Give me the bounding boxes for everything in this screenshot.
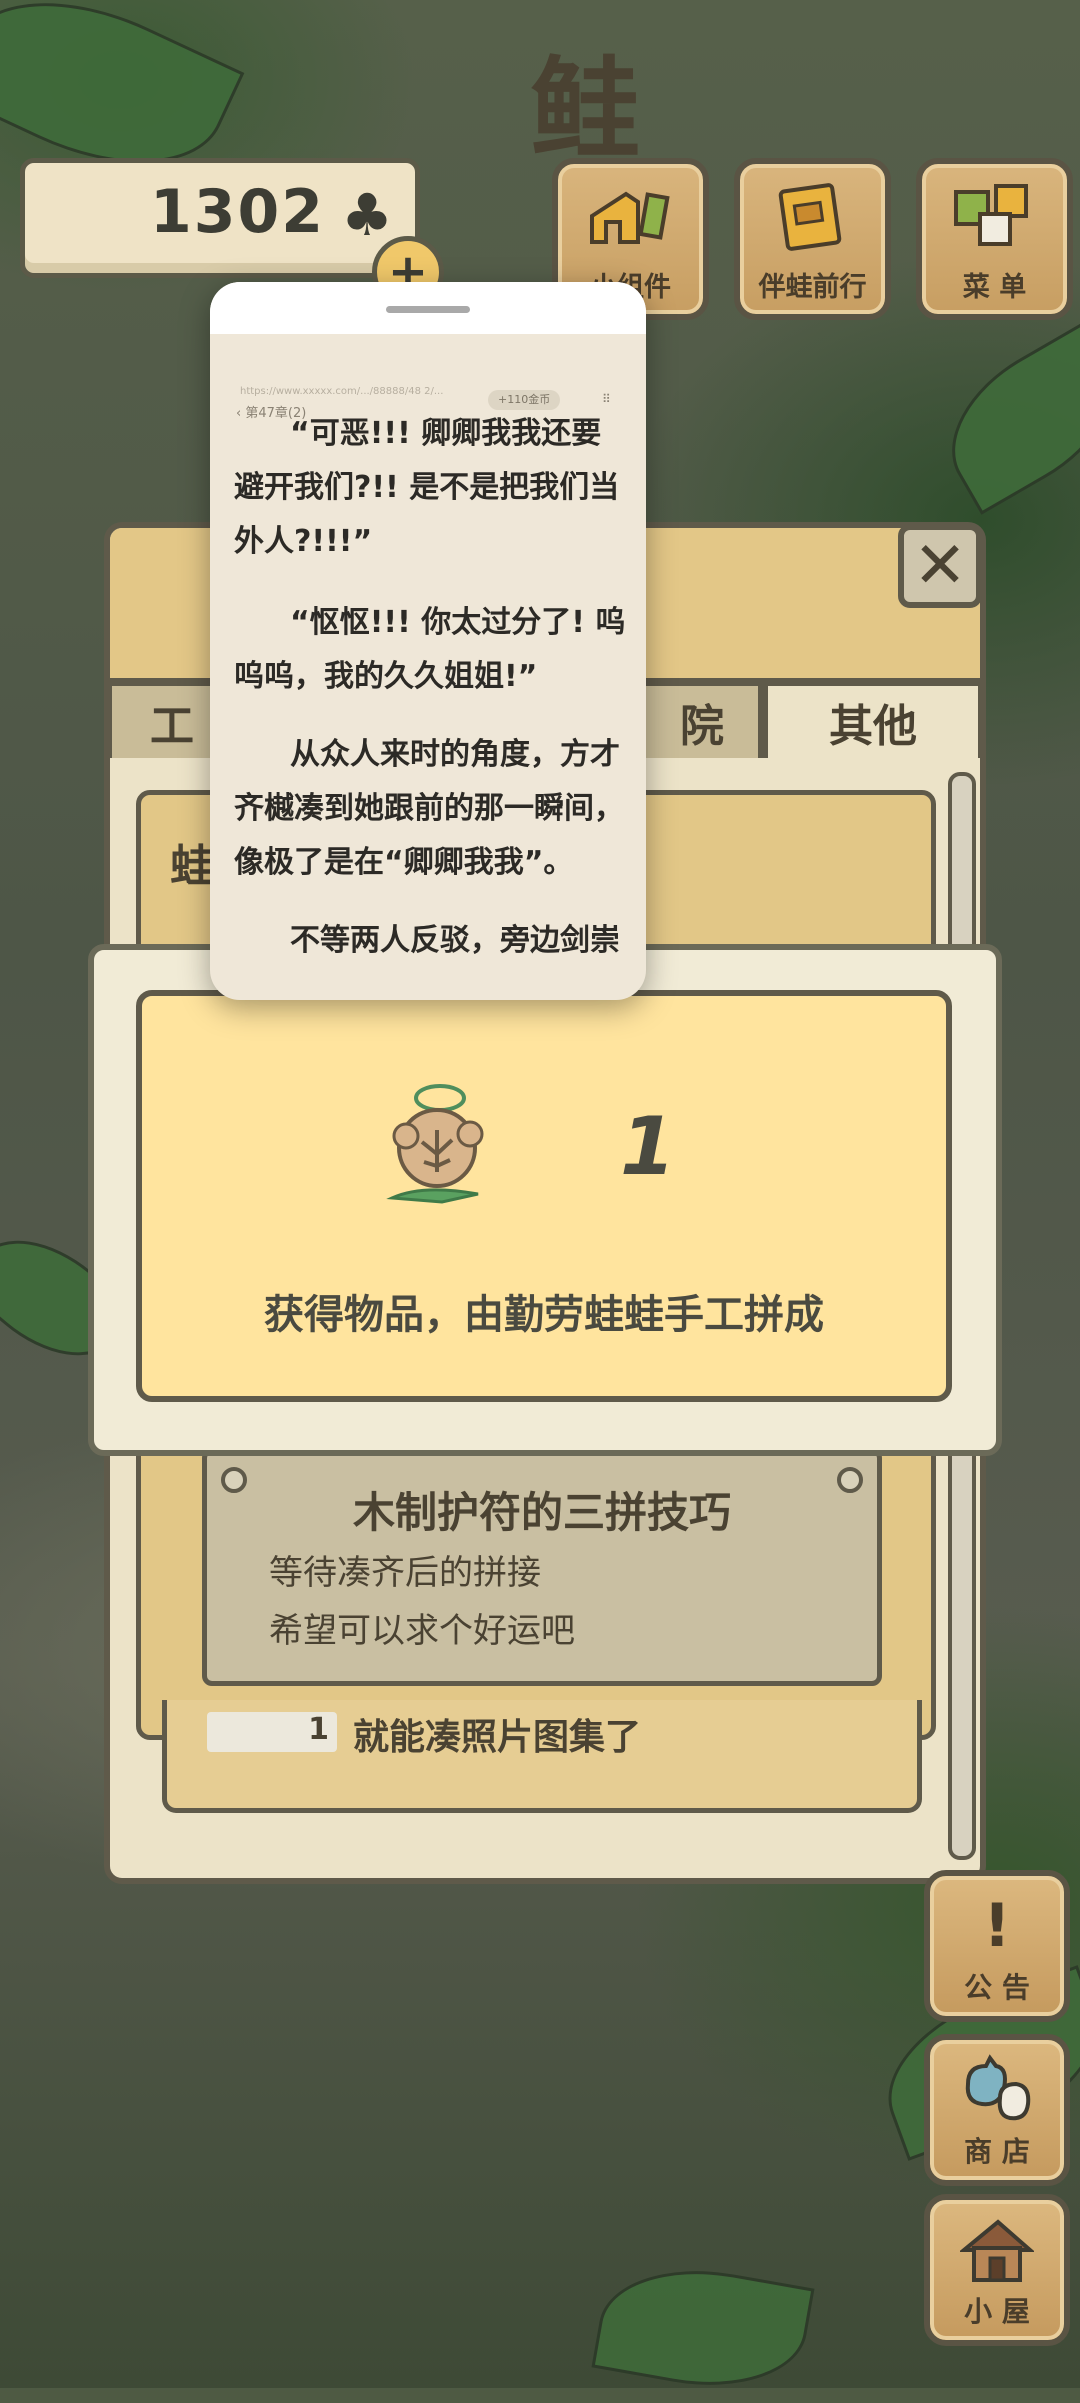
reader-paragraph: 从众人来时的角度，方才齐樾凑到她跟前的那一瞬间，像极了是在“卿卿我我”。 — [234, 737, 624, 880]
shop-button-label: 商 店 — [964, 2135, 1030, 2168]
notice-icon: ! — [983, 1891, 1011, 1961]
wooden-amulet-icon — [386, 1084, 484, 1204]
reader-paragraph: “可恶!!! 卿卿我我还要避开我们?!! 是不是把我们当外人?!!!” — [234, 416, 620, 559]
reward-dialog-content — [136, 990, 952, 1402]
menu-button-label: 菜 单 — [962, 272, 1027, 303]
drag-handle[interactable] — [386, 306, 470, 313]
reward-caption: 获得物品，由勤劳蛙蛙手工拼成 — [264, 1292, 824, 1338]
reader-url: https://www.xxxxx.com/.../88888/48 2/... — [240, 386, 444, 397]
reward-count: 1 — [620, 1100, 676, 1193]
card-line: 希望可以求个好运吧 — [269, 1611, 575, 1651]
house-button-label: 小 屋 — [964, 2295, 1030, 2328]
notice-button[interactable]: ! 公 告 — [924, 1870, 1070, 2022]
close-panel-button[interactable]: ✕ — [898, 524, 982, 608]
house-button[interactable]: 小 屋 — [924, 2194, 1070, 2346]
menu-icon — [954, 184, 1028, 246]
section-label: 蛙 — [170, 841, 214, 892]
journey-button-label: 伴蛙前行 — [758, 272, 867, 303]
clover-counter: 1302 ♣ — [20, 158, 420, 278]
clover-icon: ♣ — [341, 181, 393, 249]
shop-button[interactable]: 商 店 — [924, 2034, 1070, 2186]
widget-icon — [590, 191, 670, 244]
clover-count: 1302 — [150, 177, 325, 247]
house-icon — [960, 2219, 1034, 2282]
item-count: 1 — [207, 1712, 337, 1752]
journey-book-icon — [778, 183, 842, 251]
reader-paragraph: 不等两人反驳，旁边剑崇 — [290, 923, 620, 958]
floating-reader-window[interactable]: https://www.xxxxx.com/.../88888/48 2/...… — [210, 282, 646, 1000]
list-item[interactable]: 1 就能凑照片图集了 — [162, 1700, 922, 1813]
reader-title-bar[interactable] — [210, 282, 646, 334]
menu-button[interactable]: 菜 单 — [916, 158, 1073, 320]
reader-paragraph: “怄怄!!! 你太过分了! 呜呜呜，我的久久姐姐!” — [234, 605, 626, 694]
card-title: 木制护符的三拼技巧 — [352, 1488, 731, 1537]
notice-button-label: 公 告 — [964, 1971, 1030, 2004]
panel-title: 鲑 — [530, 46, 640, 174]
card-line: 等待凑齐后的拼接 — [269, 1553, 541, 1593]
journey-button[interactable]: 伴蛙前行 — [734, 158, 891, 320]
shop-bag-icon — [965, 2054, 1031, 2121]
tab-other[interactable]: 其他 — [762, 680, 984, 758]
tab-courtyard[interactable]: 院 — [640, 680, 764, 758]
grid-menu-icon[interactable]: ⠿ — [602, 392, 611, 406]
item-description: 就能凑照片图集了 — [353, 1717, 642, 1758]
recipe-card: 木制护符的三拼技巧 等待凑齐后的拼接 希望可以求个好运吧 — [202, 1448, 882, 1686]
